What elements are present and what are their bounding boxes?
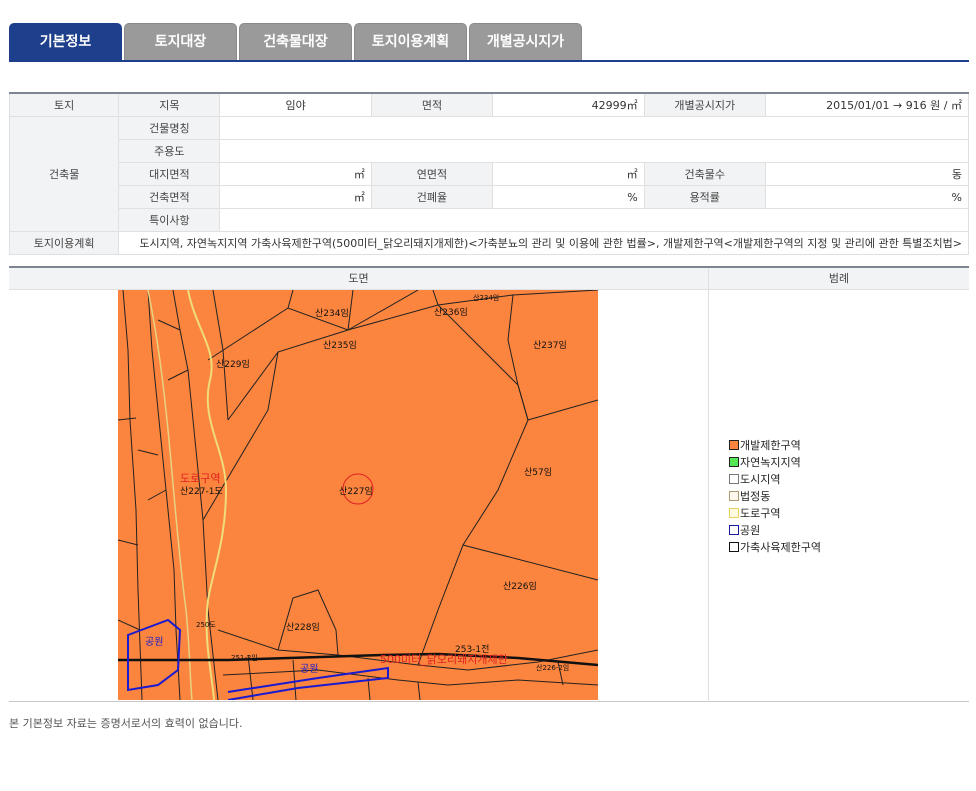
- parcel-label: 산226-2임: [536, 663, 569, 672]
- coverage-ratio-label: 건폐율: [370, 185, 494, 209]
- legend-label: 자연녹지지역: [740, 456, 801, 469]
- parcel-label: 산227임: [339, 485, 373, 497]
- legend-item: 도시지역: [729, 471, 821, 488]
- road-zone-label: 도로구역: [180, 472, 220, 485]
- legend-swatch: [729, 474, 739, 484]
- parcel-label: 산234임: [315, 307, 349, 319]
- legend-swatch: [729, 440, 739, 450]
- land-use-plan-label: 토지이용계획: [8, 231, 120, 255]
- legend-swatch: [729, 508, 739, 518]
- building-header: 건축물: [8, 116, 120, 232]
- area-label: 면적: [370, 92, 494, 117]
- jimok-value: 임야: [219, 92, 372, 117]
- map-header: 도면: [348, 272, 369, 285]
- special-notes-value: [219, 208, 969, 232]
- coverage-ratio-value: %: [492, 185, 645, 209]
- legend-swatch: [729, 542, 739, 552]
- park-label: 공원: [145, 636, 163, 648]
- area-value: 42999㎡: [492, 92, 645, 117]
- parcel-label: 산228임: [286, 621, 320, 633]
- main-use-value: [219, 139, 969, 163]
- parcel-label: 251-2임: [231, 654, 258, 662]
- parcel-label: 산237임: [533, 339, 567, 351]
- legend-item: 공원: [729, 522, 821, 539]
- building-count-label: 건축물수: [643, 162, 766, 186]
- site-area-value: ㎡: [219, 162, 372, 186]
- price-value: 2015/01/01 → 916 원 / ㎡: [764, 92, 970, 117]
- parcel-label: 250도: [196, 621, 216, 629]
- jimok-label: 지목: [118, 92, 221, 117]
- land-use-plan-value: 도시지역, 자연녹지지역 가축사육제한구역(500미터_닭오리돼지개제한)<가축…: [118, 231, 969, 255]
- building-area-value: ㎡: [219, 185, 372, 209]
- special-notes-label: 특이사항: [118, 208, 221, 232]
- parcel-label: 산235임: [323, 339, 357, 351]
- price-label: 개별공시지가: [643, 92, 766, 117]
- legend-label: 개발제한구역: [740, 439, 801, 452]
- parcel-label: 산234임: [473, 293, 499, 302]
- land-header: 토지: [8, 92, 120, 117]
- parcel-label: 산226임: [503, 580, 537, 592]
- legend-item: 개발제한구역: [729, 437, 821, 454]
- parcel-label: 산57임: [524, 466, 552, 478]
- map-section-header: 도면 범례: [9, 266, 969, 290]
- tab-basic-info[interactable]: 기본정보: [9, 23, 122, 60]
- building-count-value: 동: [764, 162, 970, 186]
- basic-info-table: 토지 지목 임야 면적 42999㎡ 개별공시지가 2015/01/01 → 9…: [8, 92, 970, 255]
- site-area-label: 대지면적: [118, 162, 221, 186]
- legend-item: 가축사육제한구역: [729, 539, 821, 556]
- legend-label: 법정동: [740, 490, 771, 503]
- tab-land-register[interactable]: 토지대장: [124, 23, 237, 60]
- total-floor-area-value: ㎡: [492, 162, 645, 186]
- legend-swatch: [729, 525, 739, 535]
- building-name-value: [219, 116, 969, 140]
- map-section-body: 산234임 산236임 산234임 산235임 산237임 산229임 산227…: [9, 290, 969, 702]
- main-use-label: 주용도: [118, 139, 221, 163]
- map-drawing: 산234임 산236임 산234임 산235임 산237임 산229임 산227…: [118, 290, 598, 700]
- parcel-label: 산227-1도: [180, 486, 223, 497]
- building-name-label: 건물명칭: [118, 116, 221, 140]
- legend-item: 자연녹지지역: [729, 454, 821, 471]
- park-label: 공원: [300, 663, 318, 675]
- legend-swatch: [729, 491, 739, 501]
- legend-label: 도시지역: [740, 473, 781, 486]
- disclaimer-note: 본 기본정보 자료는 증명서로서의 효력이 없습니다.: [9, 717, 243, 730]
- legend-item: 도로구역: [729, 505, 821, 522]
- livestock-restriction-label: 500미터_닭오리돼지개제한: [380, 653, 508, 666]
- legend-swatch: [729, 457, 739, 467]
- building-area-label: 건축면적: [118, 185, 221, 209]
- floor-area-ratio-value: %: [764, 185, 970, 209]
- legend-label: 공원: [740, 524, 761, 537]
- tab-building-register[interactable]: 건축물대장: [239, 23, 352, 60]
- legend-item: 법정동: [729, 488, 821, 505]
- legend-header: 범례: [708, 268, 969, 290]
- map-legend: 개발제한구역 자연녹지지역 도시지역 법정동 도로구역 공원 가축사육제한구역: [729, 437, 821, 556]
- legend-label: 도로구역: [740, 507, 781, 520]
- parcel-label: 산236임: [434, 306, 468, 318]
- floor-area-ratio-label: 용적률: [643, 185, 766, 209]
- legend-label: 가축사육제한구역: [740, 541, 821, 554]
- parcel-label: 산229임: [216, 358, 250, 370]
- total-floor-area-label: 연면적: [370, 162, 494, 186]
- tab-land-use-plan[interactable]: 토지이용계획: [354, 23, 467, 60]
- tab-bar: 기본정보 토지대장 건축물대장 토지이용계획 개별공시지가: [9, 23, 969, 62]
- cadastral-map[interactable]: 산234임 산236임 산234임 산235임 산237임 산229임 산227…: [118, 290, 598, 700]
- column-divider: [708, 290, 709, 702]
- tab-land-price[interactable]: 개별공시지가: [469, 23, 582, 60]
